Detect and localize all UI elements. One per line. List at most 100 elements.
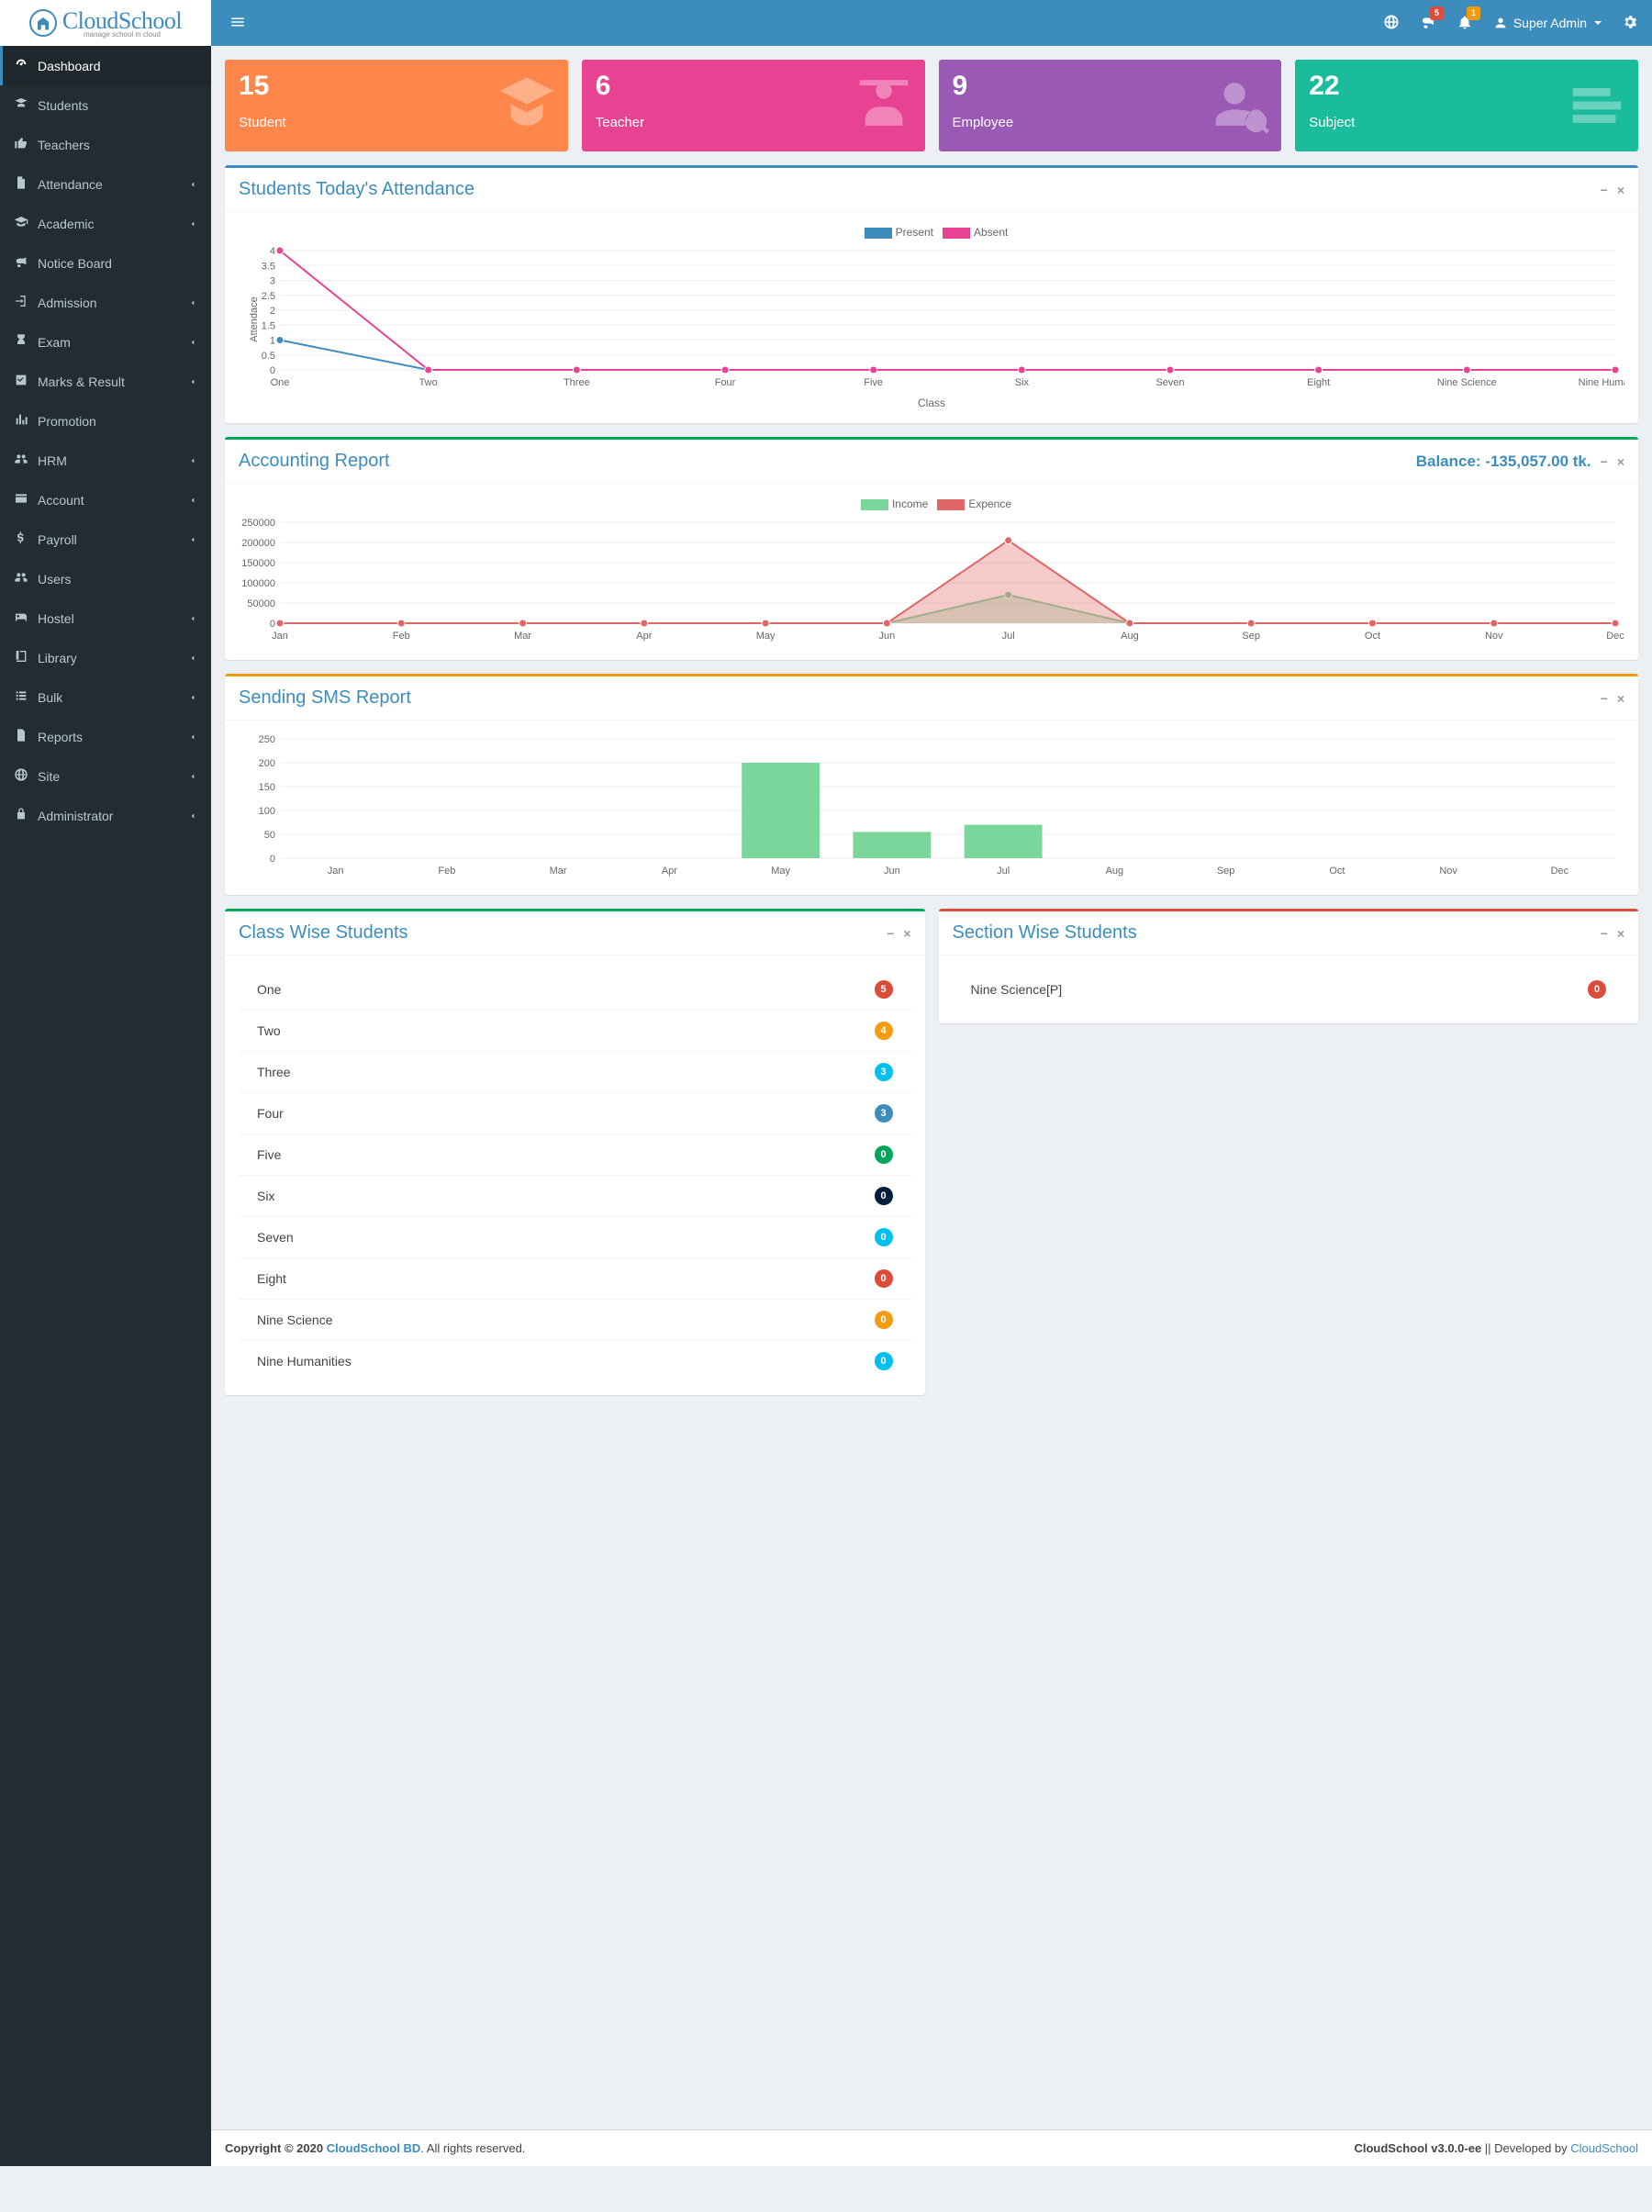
sidebar-item-admission[interactable]: Admission (0, 283, 211, 322)
stat-box-student[interactable]: 15 Student (225, 60, 568, 151)
sidebar-item-dashboard[interactable]: Dashboard (0, 46, 211, 85)
file-alt-icon (14, 728, 28, 745)
svg-text:Apr: Apr (662, 866, 677, 877)
svg-text:Jul: Jul (997, 866, 1010, 877)
list-item[interactable]: Nine Science[P]0 (953, 969, 1625, 1010)
svg-text:250000: 250000 (241, 518, 275, 529)
logo[interactable]: CloudSchool manage school in cloud (0, 0, 211, 46)
close-button[interactable]: × (1617, 691, 1624, 706)
logo-tagline: manage school in cloud (84, 30, 161, 39)
close-button[interactable]: × (1617, 454, 1624, 469)
user-menu[interactable]: Super Admin (1493, 16, 1602, 30)
chevron-left-icon (188, 335, 197, 350)
svg-text:Nine Humanities: Nine Humanities (1579, 377, 1624, 388)
collapse-button[interactable]: − (887, 926, 894, 941)
bullhorn-icon[interactable]: 5 (1420, 14, 1436, 33)
sidebar: DashboardStudentsTeachers Attendance Acade… (0, 46, 211, 2166)
sidebar-item-exam[interactable]: Exam (0, 322, 211, 362)
svg-text:Jan: Jan (328, 866, 344, 877)
page-footer: Copyright © 2020 CloudSchool BD. All rig… (211, 2129, 1652, 2166)
sidebar-item-attendance[interactable]: Attendance (0, 164, 211, 204)
sidebar-item-site[interactable]: Site (0, 756, 211, 796)
sidebar-item-bulk[interactable]: Bulk (0, 677, 211, 717)
attendance-chart: PresentAbsent Attendace 00.511.522.533.5… (239, 226, 1624, 409)
collapse-button[interactable]: − (1601, 183, 1608, 197)
bell-icon[interactable]: 1 (1457, 14, 1473, 33)
svg-text:150000: 150000 (241, 558, 275, 569)
svg-text:50000: 50000 (247, 598, 275, 609)
sidebar-item-administrator[interactable]: Administrator (0, 796, 211, 835)
classwise-title: Class Wise Students (239, 922, 408, 944)
svg-text:100000: 100000 (241, 578, 275, 589)
chevron-left-icon (188, 611, 197, 626)
sidebar-toggle[interactable] (225, 9, 251, 38)
stat-box-teacher[interactable]: 6 Teacher (582, 60, 925, 151)
list-icon (14, 688, 28, 706)
collapse-button[interactable]: − (1601, 691, 1608, 706)
sidebar-item-students[interactable]: Students (0, 85, 211, 125)
svg-text:2.5: 2.5 (262, 291, 275, 302)
sidebar-item-marks-result[interactable]: Marks & Result (0, 362, 211, 401)
accounting-title: Accounting Report (239, 451, 390, 472)
list-item-label: Nine Humanities (257, 1354, 352, 1369)
svg-text:Four: Four (715, 377, 736, 388)
sidebar-item-account[interactable]: Account (0, 480, 211, 519)
stat-box-employee[interactable]: 9 Employee (939, 60, 1282, 151)
svg-text:Oct: Oct (1329, 866, 1345, 877)
sidebar-item-notice-board[interactable]: Notice Board (0, 243, 211, 283)
sidebar-item-label: Bulk (38, 690, 62, 705)
count-badge: 0 (875, 1228, 893, 1246)
svg-text:0: 0 (270, 365, 275, 376)
list-item[interactable]: Eight0 (239, 1257, 911, 1299)
list-item[interactable]: Six0 (239, 1175, 911, 1216)
sign-in-icon (14, 294, 28, 311)
sidebar-item-hostel[interactable]: Hostel (0, 598, 211, 638)
gears-icon[interactable] (1622, 14, 1638, 33)
list-item-label: Seven (257, 1230, 294, 1245)
collapse-button[interactable]: − (1601, 454, 1608, 469)
classwise-panel: Class Wise Students − × One5Two4Three3Fo… (225, 909, 925, 1395)
sidebar-item-payroll[interactable]: Payroll (0, 519, 211, 559)
stat-box-subject[interactable]: 22 Subject (1295, 60, 1638, 151)
list-item[interactable]: One5 (239, 969, 911, 1010)
sidebar-item-library[interactable]: Library (0, 638, 211, 677)
globe-icon[interactable] (1383, 14, 1400, 33)
footer-brand-link[interactable]: CloudSchool BD (327, 2141, 421, 2155)
close-button[interactable]: × (903, 926, 910, 941)
sidebar-item-label: Exam (38, 335, 71, 350)
accounting-panel: Accounting Report Balance: -135,057.00 t… (225, 437, 1638, 660)
list-item[interactable]: Five0 (239, 1134, 911, 1175)
list-item[interactable]: Nine Humanities0 (239, 1340, 911, 1381)
close-button[interactable]: × (1617, 926, 1624, 941)
sidebar-item-teachers[interactable]: Teachers (0, 125, 211, 164)
sidebar-item-users[interactable]: Users (0, 559, 211, 598)
list-item[interactable]: Seven 0 (239, 1216, 911, 1257)
svg-text:Jul: Jul (1002, 631, 1015, 642)
sidebar-item-label: Attendance (38, 177, 103, 192)
list-item-label: Two (257, 1023, 281, 1038)
svg-text:Sep: Sep (1217, 866, 1235, 877)
notif-badge: 5 (1430, 6, 1444, 20)
close-button[interactable]: × (1617, 183, 1624, 197)
list-item[interactable]: Two4 (239, 1010, 911, 1051)
list-item[interactable]: Nine Science0 (239, 1299, 911, 1340)
list-item[interactable]: Four3 (239, 1092, 911, 1134)
svg-text:Aug: Aug (1106, 866, 1124, 877)
sidebar-item-hrm[interactable]: HRM (0, 441, 211, 480)
list-item-label: Nine Science (257, 1313, 333, 1327)
list-item-label: Five (257, 1147, 281, 1162)
sidebar-item-label: Notice Board (38, 256, 112, 271)
list-item-label: Eight (257, 1271, 286, 1286)
user-label: Super Admin (1513, 16, 1587, 30)
svg-text:0.5: 0.5 (262, 351, 275, 362)
chevron-left-icon (188, 651, 197, 665)
footer-dev-link[interactable]: CloudSchool (1570, 2141, 1638, 2155)
sidebar-item-academic[interactable]: Academic (0, 204, 211, 243)
sidebar-item-reports[interactable]: Reports (0, 717, 211, 756)
credit-card-icon (14, 491, 28, 508)
collapse-button[interactable]: − (1601, 926, 1608, 941)
sidebar-item-promotion[interactable]: Promotion (0, 401, 211, 441)
list-item[interactable]: Three3 (239, 1051, 911, 1092)
dollar-icon (14, 531, 28, 548)
count-badge: 5 (875, 980, 893, 999)
